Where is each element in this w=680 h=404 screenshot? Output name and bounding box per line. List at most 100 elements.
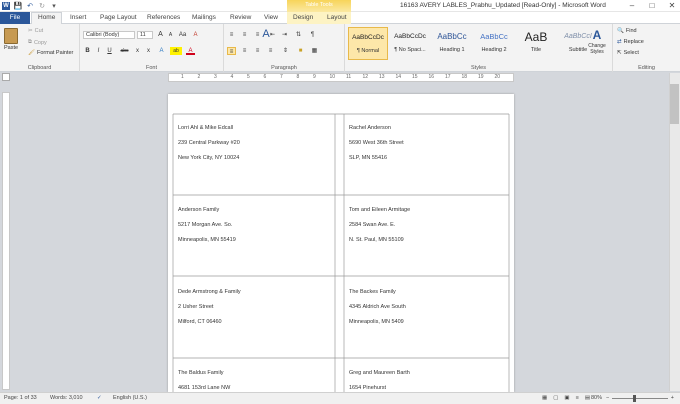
select-button[interactable]: ⇱ Select	[617, 50, 639, 56]
borders-icon[interactable]: ▦	[310, 47, 319, 55]
style-no-spacing[interactable]: AaBbCcDc ¶ No Spaci...	[390, 27, 430, 60]
label-cell[interactable]: Rachel Anderson 5690 West 36th Street SLP,…	[349, 124, 404, 169]
tab-home[interactable]: Home	[31, 12, 63, 24]
paste-button[interactable]: Paste	[4, 28, 18, 51]
format-painter-button[interactable]: 🖌 Format Painter	[28, 50, 73, 56]
label-cell[interactable]: Dede Armstrong & Family 2 Usher Street Mil…	[178, 288, 241, 333]
status-bar: Page: 1 of 33 Words: 3,010 ✓ English (U.…	[0, 392, 680, 404]
tab-mailings[interactable]: Mailings	[186, 13, 222, 23]
tab-review[interactable]: Review	[224, 13, 257, 23]
style-normal[interactable]: AaBbCcDc ¶ Normal	[348, 27, 388, 60]
document-page[interactable]: Lorri Ahl & Mike Edcall 239 Central Parkw…	[168, 94, 514, 392]
horizontal-ruler[interactable]: 1 2 3 4 5 6 7 8 9 10 11 12 13 14 15 16 17 18 19 20	[168, 73, 514, 82]
numbering-icon[interactable]: ≡	[240, 31, 249, 39]
ruler-toggle[interactable]	[2, 73, 10, 81]
align-center-icon[interactable]: ≡	[240, 47, 249, 55]
shrink-font-button[interactable]: A	[166, 31, 175, 39]
cut-button[interactable]: ✂ Cut	[28, 28, 43, 34]
text-effects-button[interactable]: A	[157, 47, 166, 55]
tab-references[interactable]: References	[141, 13, 186, 23]
align-left-icon[interactable]: ≡	[227, 47, 236, 55]
web-layout-icon[interactable]: ▣	[564, 395, 569, 401]
undo-icon[interactable]: ↶	[26, 2, 34, 10]
copy-button[interactable]: ⧉ Copy	[28, 39, 47, 46]
replace-button[interactable]: ⇄ Replace	[617, 39, 644, 45]
find-button[interactable]: 🔍 Find	[617, 28, 637, 34]
bold-button[interactable]: B	[83, 47, 92, 55]
page-count[interactable]: Page: 1 of 33	[4, 395, 37, 401]
tab-view[interactable]: View	[258, 13, 284, 23]
zoom-out-icon[interactable]: −	[606, 395, 609, 401]
underline-button[interactable]: U	[105, 47, 114, 55]
ruler-tick: 14	[395, 74, 402, 80]
grow-font-button[interactable]: A	[156, 31, 165, 39]
style-name: Heading 2	[481, 47, 507, 53]
redo-icon[interactable]: ↻	[38, 2, 46, 10]
customize-icon[interactable]: ▾	[50, 2, 58, 10]
word-count[interactable]: Words: 3,010	[50, 395, 83, 401]
zoom-in-icon[interactable]: +	[671, 395, 674, 401]
label-cell[interactable]: The Backes Family 4345 Aldrich Ave South M…	[349, 288, 406, 333]
tab-insert[interactable]: Insert	[64, 13, 92, 23]
increase-indent-icon[interactable]: ⇥	[280, 31, 289, 39]
change-styles-button[interactable]: A	[257, 28, 275, 40]
style-preview: AaBbCcDc	[352, 34, 384, 41]
tab-design[interactable]: Design	[287, 13, 319, 23]
language[interactable]: English (U.S.)	[113, 395, 147, 401]
font-size-select[interactable]: 11	[137, 31, 153, 39]
draft-icon[interactable]: ▤	[585, 395, 590, 401]
highlight-button[interactable]: ab	[170, 47, 182, 55]
align-right-icon[interactable]: ≡	[253, 47, 262, 55]
tab-page-layout[interactable]: Page Layout	[94, 13, 143, 23]
subscript-button[interactable]: x	[133, 47, 142, 55]
vertical-ruler[interactable]	[2, 92, 10, 390]
view-buttons: ▦ ▢ ▣ ≡ ▤	[542, 395, 590, 401]
zoom-slider[interactable]: − +	[606, 394, 674, 402]
change-case-button[interactable]: Aa	[178, 31, 187, 39]
font-color-button[interactable]: A	[186, 47, 195, 55]
print-layout-icon[interactable]: ▦	[542, 395, 547, 401]
sort-icon[interactable]: ⇅	[294, 31, 303, 39]
clear-formatting-button[interactable]: A	[191, 31, 200, 39]
find-icon: 🔍	[617, 28, 624, 34]
change-styles-button[interactable]: A Change Styles	[584, 28, 610, 55]
font-group: Calibri (Body) 11 A A Aa A B I U abc x x…	[80, 24, 224, 72]
quick-access-toolbar: W 💾 ↶ ↻ ▾	[2, 1, 58, 11]
tab-file[interactable]: File	[0, 12, 30, 24]
clipboard-group: Paste ✂ Cut ⧉ Copy 🖌 Format Painter Clipboa…	[0, 24, 80, 72]
proofing-icon[interactable]: ✓	[97, 395, 102, 401]
font-family-select[interactable]: Calibri (Body)	[83, 31, 135, 39]
scrollbar-thumb[interactable]	[670, 84, 679, 124]
style-title[interactable]: AaB Title	[516, 27, 556, 60]
line-spacing-icon[interactable]: ⇕	[281, 47, 290, 55]
strikethrough-button[interactable]: abc	[118, 47, 131, 55]
minimize-icon[interactable]: –	[626, 1, 638, 10]
replace-label: Replace	[623, 39, 644, 45]
word-logo-icon[interactable]: W	[2, 2, 10, 10]
change-styles-label: Change Styles	[588, 43, 606, 55]
style-heading-1[interactable]: AaBbCc Heading 1	[432, 27, 472, 60]
zoom-thumb[interactable]	[633, 394, 637, 402]
tab-layout[interactable]: Layout	[321, 13, 353, 23]
italic-button[interactable]: I	[94, 47, 103, 55]
table-tools-header: Table Tools	[287, 0, 351, 12]
full-screen-icon[interactable]: ▢	[553, 395, 558, 401]
zoom-level[interactable]: 80%	[591, 395, 602, 401]
window-controls: – □ ✕	[626, 0, 678, 11]
shading-icon[interactable]: ■	[296, 47, 305, 55]
style-heading-2[interactable]: AaBbCc Heading 2	[474, 27, 514, 60]
close-icon[interactable]: ✕	[666, 1, 678, 10]
show-marks-button[interactable]: ¶	[308, 31, 317, 39]
superscript-button[interactable]: x	[144, 47, 153, 55]
outline-icon[interactable]: ≡	[576, 395, 579, 401]
save-icon[interactable]: 💾	[14, 2, 23, 10]
label-cell[interactable]: Tom and Eileen Armitage 2584 Swan Ave. E.…	[349, 206, 410, 251]
label-line: The Backes Family	[349, 289, 396, 295]
label-cell[interactable]: Lorri Ahl & Mike Edcall 239 Central Parkw…	[178, 124, 240, 169]
justify-icon[interactable]: ≡	[266, 47, 275, 55]
maximize-icon[interactable]: □	[646, 1, 658, 10]
paste-icon	[4, 28, 19, 44]
zoom-track[interactable]	[612, 394, 668, 402]
bullets-icon[interactable]: ≡	[227, 31, 236, 39]
label-cell[interactable]: Anderson Family 5217 Morgan Ave. So. Minne…	[178, 206, 236, 251]
